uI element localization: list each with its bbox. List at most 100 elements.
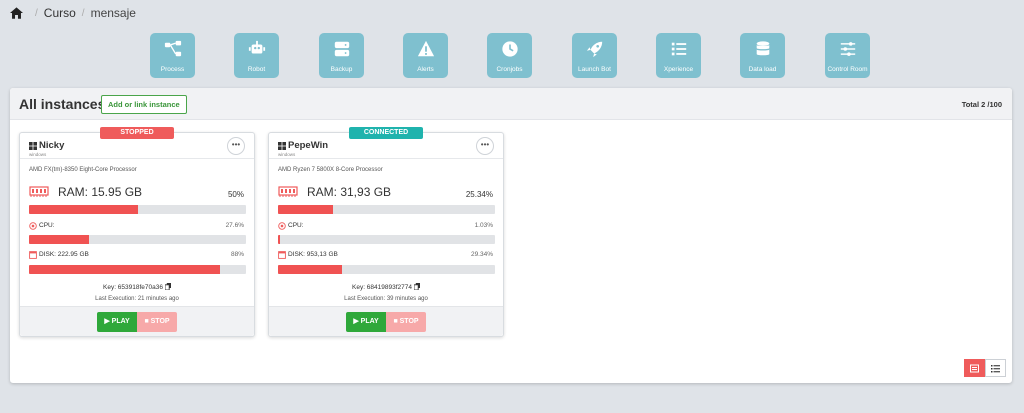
instance-os: windows [29,152,47,157]
tile-cronjobs[interactable]: Cronjobs [487,33,532,78]
stop-icon: ■ [393,318,398,325]
instance-name: PepeWin [288,140,329,151]
process-icon [164,40,181,57]
tile-alerts[interactable]: Alerts [403,33,448,78]
instance-total: Total 2 /100 [961,100,1002,109]
stop-label: STOP [399,318,419,325]
instance-key-text: Key: 653918fe70a36 [103,284,163,291]
cpu-label: CPU: [288,222,304,229]
tile-label: Cronjobs [496,66,523,73]
home-icon[interactable] [10,7,23,19]
rocket-icon [586,41,602,58]
disk-percent: 29.34% [470,251,493,258]
play-icon: ▶ [104,318,110,325]
ram-bar-fill [278,205,333,214]
instance-name: Nicky [39,140,65,151]
stop-label: STOP [150,318,170,325]
cpu-percent: 27.6% [225,222,244,229]
play-icon: ▶ [353,318,359,325]
copy-icon[interactable] [165,283,171,290]
tile-label: Robot [247,66,266,73]
tile-label: Data load [748,66,777,73]
card-header: Nicky windows ••• [20,133,254,159]
ram-bar [29,205,246,214]
robot-icon [248,40,265,54]
cpu-icon [278,222,286,230]
breadcrumb-item-mensaje: mensaje [90,6,136,20]
ram-percent: 50% [227,190,244,199]
card-footer: ▶ PLAY ■ STOP [20,306,254,336]
list-icon [671,42,686,56]
disk-label: DISK: 222.95 GB [39,251,89,258]
instance-card: CONNECTED PepeWin windows ••• AMD Ryzen … [268,127,504,337]
breadcrumb: / Curso / mensaje [10,6,136,20]
disk-bar [278,265,495,274]
database-icon [756,41,769,56]
tile-label: Control Room [827,66,868,73]
cpu-bar [278,235,495,244]
stop-button[interactable]: ■ STOP [137,312,177,332]
last-execution: Last Execution: 21 minutes ago [95,296,179,302]
backup-icon [334,41,349,57]
add-instance-button[interactable]: Add or link instance [101,95,187,114]
tile-data-load[interactable]: Data load [740,33,785,78]
tile-process[interactable]: Process [150,33,195,78]
disk-bar-fill [278,265,342,274]
ram-icon [29,186,49,197]
disk-label: DISK: 953,13 GB [288,251,338,258]
disk-percent: 88% [230,251,244,258]
card-footer: ▶ PLAY ■ STOP [269,306,503,336]
breadcrumb-separator: / [35,7,38,19]
disk-icon [29,251,37,259]
tile-label: Alerts [417,66,434,73]
ram-label: RAM: 15.95 GB [58,185,143,199]
play-button[interactable]: ▶ PLAY [97,312,137,332]
clock-icon [501,41,518,57]
tile-robot[interactable]: Robot [234,33,279,78]
instance-key: Key: 653918fe70a36 [20,283,254,291]
cpu-label: CPU: [39,222,55,229]
disk-bar [29,265,246,274]
processor-name: AMD FX(tm)-8350 Eight-Core Processor [29,167,137,173]
cpu-bar-fill [278,235,281,244]
play-label: PLAY [111,318,130,325]
instances-panel: All instances Add or link instance Total… [10,88,1012,383]
panel-title: All instances [19,96,106,112]
instance-key: Key: 68419893f2774 [269,283,503,291]
stop-icon: ■ [144,318,149,325]
ram-icon [278,186,298,197]
windows-icon [29,142,37,150]
ram-bar-fill [29,205,138,214]
list-view-icon [991,365,1000,373]
cpu-percent: 1.03% [474,222,493,229]
tile-label: Backup [330,66,353,73]
tile-label: Launch Bot [578,66,611,73]
tile-label: Xperience [663,66,694,73]
play-button[interactable]: ▶ PLAY [346,312,386,332]
breadcrumb-item-curso[interactable]: Curso [44,6,76,20]
more-options-button[interactable]: ••• [227,137,245,155]
ram-percent: 25.34% [465,190,493,199]
play-label: PLAY [360,318,379,325]
sliders-icon [840,42,855,56]
card-view-button[interactable] [964,359,985,377]
copy-icon[interactable] [414,283,420,290]
more-options-button[interactable]: ••• [476,137,494,155]
last-execution: Last Execution: 39 minutes ago [344,296,428,302]
cpu-bar-fill [29,235,89,244]
instance-key-text: Key: 68419893f2774 [352,284,412,291]
stop-button[interactable]: ■ STOP [386,312,426,332]
processor-name: AMD Ryzen 7 5800X 8-Core Processor [278,167,383,173]
cpu-bar [29,235,246,244]
tile-launch-bot[interactable]: Launch Bot [572,33,617,78]
instance-card: STOPPED Nicky windows ••• AMD FX(tm)-835… [19,127,255,337]
tile-control-room[interactable]: Control Room [825,33,870,78]
windows-icon [278,142,286,150]
tile-xperience[interactable]: Xperience [656,33,701,78]
alert-icon [417,40,434,57]
tile-label: Process [160,66,185,73]
list-view-button[interactable] [985,359,1006,377]
cpu-icon [29,222,37,230]
tile-backup[interactable]: Backup [319,33,364,78]
card-view-icon [970,364,979,373]
